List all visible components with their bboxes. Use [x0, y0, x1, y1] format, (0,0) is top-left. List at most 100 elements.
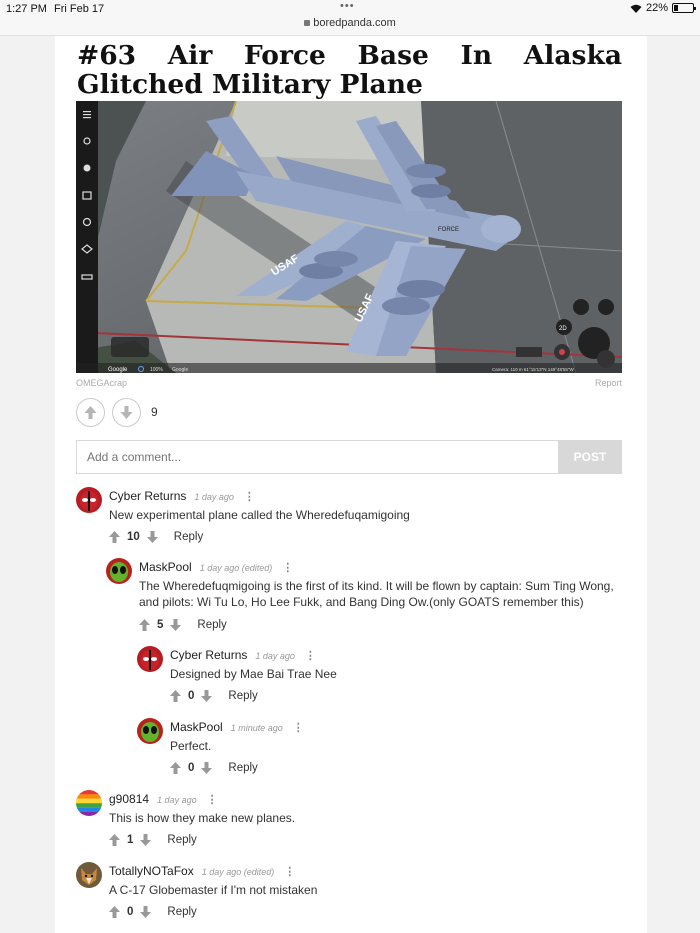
downvote-icon[interactable] — [140, 834, 152, 846]
reply-button[interactable]: Reply — [167, 906, 196, 918]
post-vote-count: 9 — [151, 405, 158, 419]
image-credit[interactable]: OMEGAcrap — [76, 378, 127, 388]
avatar[interactable] — [76, 487, 102, 513]
comment: Cyber Returns 1 day ago ⋮ New experimental… — [76, 487, 636, 553]
map-2d-badge: 2D — [559, 326, 567, 332]
comment-vote-count: 1 — [127, 834, 134, 846]
comment-text: A C-17 Globemaster if I'm not mistaken — [109, 883, 318, 897]
comment-text: Perfect. — [170, 739, 212, 753]
upvote-icon[interactable] — [109, 834, 120, 846]
maskpool-avatar-icon — [106, 558, 132, 584]
arrow-up-icon — [84, 406, 97, 419]
comment-actions: 1 Reply — [109, 834, 197, 846]
map-google-label: Google — [108, 367, 128, 373]
avatar[interactable] — [76, 862, 102, 888]
upvote-icon[interactable] — [109, 531, 120, 543]
status-date: Fri Feb 17 — [54, 3, 105, 15]
comment-actions: 0 Reply — [170, 690, 258, 702]
downvote-icon[interactable] — [146, 531, 158, 543]
comment-vote-count: 0 — [188, 690, 195, 702]
map-camera-readout: Camera: 110 m 61°15'13"N 149°48'55"W — [492, 367, 574, 372]
upvote-icon[interactable] — [139, 619, 150, 631]
comment-author[interactable]: MaskPool — [170, 720, 223, 734]
upvote-icon[interactable] — [170, 690, 181, 702]
comment-author[interactable]: TotallyNOTaFox — [109, 864, 194, 878]
upvote-icon[interactable] — [109, 906, 120, 918]
downvote-button[interactable] — [112, 398, 141, 427]
comment-vote-count: 5 — [157, 619, 164, 631]
comment-author[interactable]: g90814 — [109, 792, 149, 806]
comment-time: 1 day ago (edited) — [199, 563, 273, 573]
reply-button[interactable]: Reply — [228, 762, 257, 774]
comment-time: 1 minute ago — [230, 723, 283, 733]
url-text: boredpanda.com — [313, 17, 396, 29]
more-options-icon[interactable]: ⋮ — [244, 491, 255, 503]
more-options-icon[interactable]: ⋮ — [282, 562, 293, 574]
reply-button[interactable]: Reply — [228, 690, 257, 702]
comment-text: New experimental plane called the Whered… — [109, 508, 410, 522]
reply-button[interactable]: Reply — [197, 619, 226, 631]
comment: MaskPool 1 day ago (edited) ⋮ The Wheredef… — [106, 558, 636, 638]
battery-icon — [672, 3, 696, 13]
upvote-button[interactable] — [76, 398, 105, 427]
comment-text: Designed by Mae Bai Trae Nee — [170, 667, 337, 681]
reply-button[interactable]: Reply — [167, 834, 196, 846]
comment-author[interactable]: MaskPool — [139, 560, 192, 574]
deadpool-avatar-icon — [76, 487, 102, 513]
reply-button[interactable]: Reply — [174, 531, 203, 543]
downvote-icon[interactable] — [201, 762, 213, 774]
lock-icon — [304, 20, 311, 26]
maskpool-avatar-icon — [137, 718, 163, 744]
more-options-icon[interactable]: ⋮ — [207, 794, 218, 806]
fuselage-text: FORCE — [438, 227, 459, 233]
comment-vote-count: 10 — [127, 531, 140, 543]
downvote-icon[interactable] — [140, 906, 152, 918]
comment-vote-count: 0 — [127, 906, 134, 918]
status-bar: 1:27 PM Fri Feb 17 ••• boredpanda.com 22… — [0, 0, 700, 36]
more-options-icon[interactable]: ⋮ — [284, 866, 295, 878]
post-image[interactable]: USAF USAF FORCE Google 100% Google Camer… — [76, 101, 622, 373]
comment: TotallyNOTaFox 1 day ago (edited) ⋮ A C-17… — [76, 862, 636, 924]
deadpool-avatar-icon — [137, 646, 163, 672]
comment-input[interactable] — [76, 440, 558, 474]
report-link[interactable]: Report — [595, 378, 622, 388]
comment-actions: 0 Reply — [170, 762, 258, 774]
comment-actions: 10 Reply — [109, 531, 203, 543]
comment-actions: 0 Reply — [109, 906, 197, 918]
comment-time: 1 day ago — [157, 795, 197, 805]
fox-avatar-icon — [76, 862, 102, 888]
comment-text: This is how they make new planes. — [109, 811, 296, 825]
battery-percent: 22% — [645, 2, 668, 14]
status-time: 1:27 PM — [6, 3, 47, 15]
comment-author[interactable]: Cyber Returns — [109, 489, 186, 503]
downvote-icon[interactable] — [170, 619, 182, 631]
more-dots-icon[interactable]: ••• — [340, 0, 355, 12]
avatar[interactable] — [137, 646, 163, 672]
more-options-icon[interactable]: ⋮ — [293, 722, 304, 734]
post-title: #63 Air Force Base In Alaska Glitched Mi… — [77, 40, 622, 100]
comment: Cyber Returns 1 day ago ⋮ Designed by Mae … — [137, 646, 637, 708]
comment-time: 1 day ago — [255, 651, 295, 661]
upvote-icon[interactable] — [170, 762, 181, 774]
plane-photo: USAF USAF FORCE Google 100% Google Camer… — [76, 101, 622, 373]
map-google-label-2: Google — [172, 367, 188, 373]
comment-text: The Wheredefuqmigoing is the first of it… — [139, 579, 614, 609]
address-bar[interactable]: boredpanda.com — [0, 17, 700, 29]
map-zoom-label: 100% — [150, 367, 163, 373]
map-toolbar[interactable] — [76, 101, 98, 291]
comment: g90814 1 day ago ⋮ This is how they make n… — [76, 790, 636, 852]
avatar[interactable] — [137, 718, 163, 744]
comment-actions: 5 Reply — [139, 619, 227, 631]
post-comment-button[interactable]: POST — [558, 440, 622, 474]
avatar[interactable] — [76, 790, 102, 816]
more-options-icon[interactable]: ⋮ — [305, 650, 316, 662]
comment: MaskPool 1 minute ago ⋮ Perfect. 0 Reply — [137, 718, 637, 780]
comment-vote-count: 0 — [188, 762, 195, 774]
wifi-icon — [630, 4, 642, 13]
downvote-icon[interactable] — [201, 690, 213, 702]
comment-author[interactable]: Cyber Returns — [170, 648, 247, 662]
comment-time: 1 day ago (edited) — [201, 867, 275, 877]
comment-time: 1 day ago — [194, 492, 234, 502]
arrow-down-icon — [120, 406, 133, 419]
avatar[interactable] — [106, 558, 132, 584]
